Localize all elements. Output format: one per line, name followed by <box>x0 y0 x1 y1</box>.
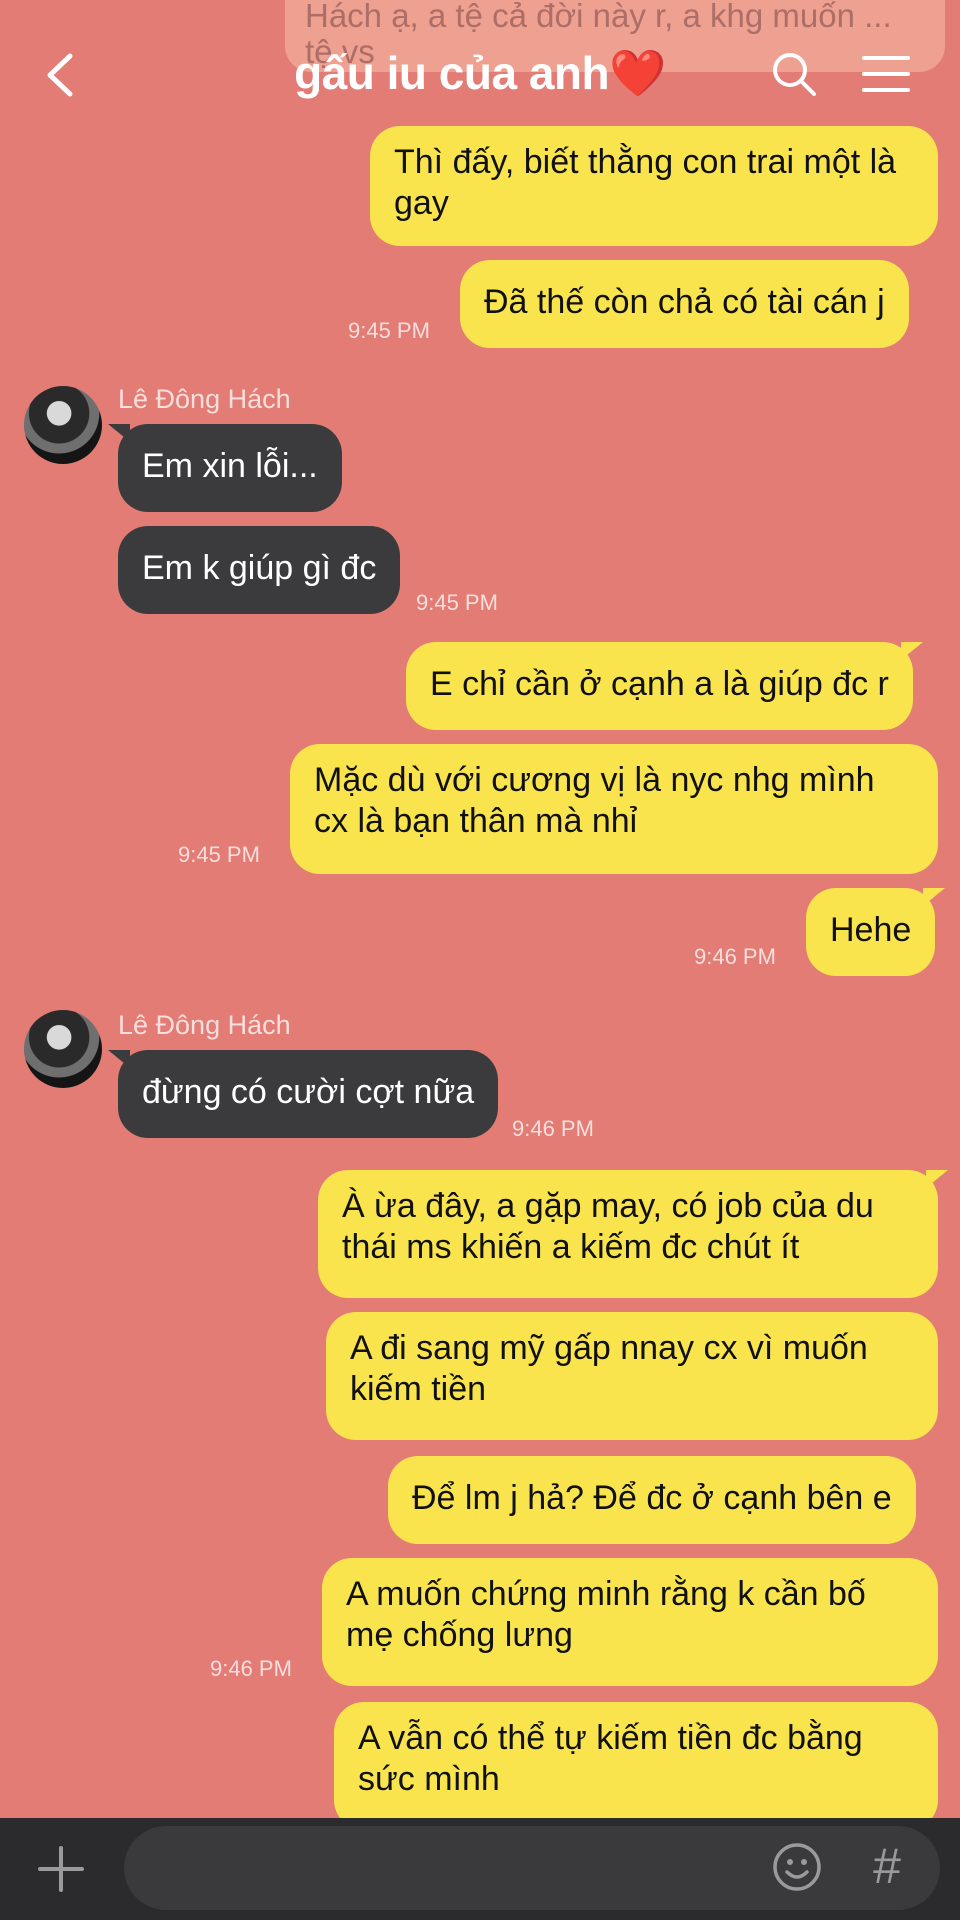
hamburger-menu-icon <box>862 56 910 92</box>
emoji-icon <box>773 1843 821 1891</box>
avatar[interactable] <box>24 1010 102 1088</box>
message-text: Để lm j hả? Để đc ở cạnh bên e <box>412 1479 892 1517</box>
message-text: Hehe <box>830 911 912 949</box>
message-bubble-received[interactable]: Em k giúp gì đc <box>118 526 401 614</box>
message-timestamp: 9:46 PM <box>210 1656 292 1681</box>
message-composer-bar: # <box>0 1818 960 1920</box>
search-icon <box>773 53 816 96</box>
plus-icon <box>38 1846 84 1892</box>
message-timestamp: 9:46 PM <box>694 944 776 969</box>
message-bubble-sent[interactable]: Thì đấy, biết thằng con trai một là gay <box>370 126 938 246</box>
message-bubble-received[interactable]: Em xin lỗi... <box>108 424 342 512</box>
message-bubble-sent[interactable]: Đã thế còn chả có tài cán j <box>460 260 909 348</box>
message-text: A vẫn có thể tự kiếm tiền đc bằng sức mì… <box>358 1719 863 1798</box>
message-text: Em xin lỗi... <box>142 447 318 485</box>
message-bubble-sent[interactable]: À ừa đây, a gặp may, có job của du thái … <box>318 1170 948 1298</box>
search-button[interactable] <box>770 50 818 98</box>
message-bubble-sent[interactable]: A muốn chứng minh rằng k cần bố mẹ chống… <box>322 1558 938 1686</box>
message-text: E chỉ cần ở cạnh a là giúp đc r <box>430 665 889 703</box>
message-text: A đi sang mỹ gấp nnay cx vì muốn kiếm ti… <box>350 1329 868 1408</box>
menu-button[interactable] <box>862 54 910 94</box>
message-text: đừng có cười cợt nữa <box>142 1073 475 1111</box>
message-text: À ừa đây, a gặp may, có job của du thái … <box>342 1187 874 1266</box>
message-timestamp: 9:45 PM <box>416 590 498 615</box>
emoji-button[interactable] <box>772 1842 822 1892</box>
add-attachment-button[interactable] <box>38 1846 84 1892</box>
message-timestamp: 9:45 PM <box>348 318 430 343</box>
sender-name: Lê Đông Hách <box>118 1010 291 1040</box>
message-bubble-sent[interactable]: Mặc dù với cương vị là nyc nhg mình cx l… <box>290 744 938 874</box>
message-timestamp: 9:45 PM <box>178 842 260 867</box>
message-bubble-sent[interactable]: A vẫn có thể tự kiếm tiền đc bằng sức mì… <box>334 1702 938 1830</box>
hashtag-button[interactable]: # <box>862 1836 912 1896</box>
sender-name: Lê Đông Hách <box>118 384 291 414</box>
message-text: Đã thế còn chả có tài cán j <box>484 283 885 321</box>
message-bubble-sent[interactable]: Để lm j hả? Để đc ở cạnh bên e <box>388 1456 916 1544</box>
message-bubble-received[interactable]: đừng có cười cợt nữa <box>107 1050 499 1138</box>
message-text: Mặc dù với cương vị là nyc nhg mình cx l… <box>314 761 875 840</box>
message-text: Thì đấy, biết thằng con trai một là gay <box>394 143 897 222</box>
message-bubble-sent[interactable]: E chỉ cần ở cạnh a là giúp đc r <box>406 642 923 730</box>
message-bubble-sent[interactable]: Hehe <box>806 888 946 976</box>
message-bubble-sent[interactable]: A đi sang mỹ gấp nnay cx vì muốn kiếm ti… <box>326 1312 938 1440</box>
message-timestamp: 9:46 PM <box>512 1116 594 1141</box>
message-text: A muốn chứng minh rằng k cần bố mẹ chống… <box>346 1575 866 1654</box>
message-text: Em k giúp gì đc <box>142 549 377 587</box>
avatar[interactable] <box>24 386 102 464</box>
